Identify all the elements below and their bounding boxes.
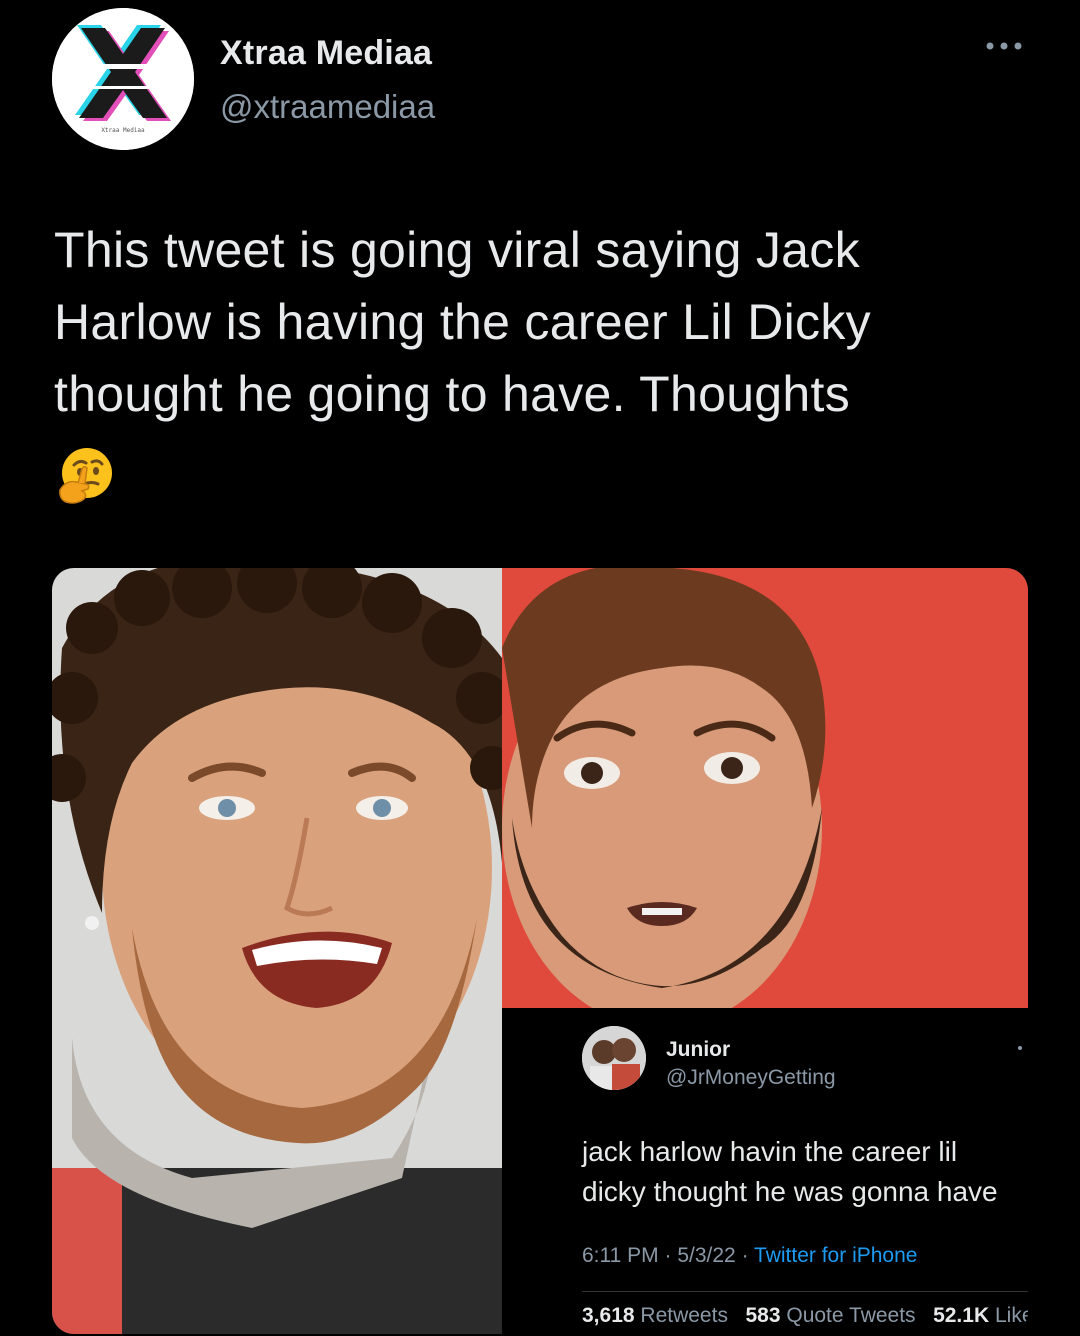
embedded-tweet[interactable]: Junior @JrMoneyGetting jack harlow havin… bbox=[502, 1008, 1028, 1334]
tweet-header: Xtraa Mediaa Xtraa Mediaa @xtraamediaa bbox=[52, 8, 1032, 158]
tweet-media[interactable]: Junior @JrMoneyGetting jack harlow havin… bbox=[52, 568, 1028, 1334]
author-handle[interactable]: @xtraamediaa bbox=[220, 88, 435, 126]
embedded-tweet-stats: 3,618 Retweets 583 Quote Tweets 52.1K Li… bbox=[582, 1304, 1028, 1328]
retweets-label: Retweets bbox=[640, 1304, 728, 1327]
left-portrait-image[interactable] bbox=[52, 568, 502, 1334]
right-portrait-image[interactable] bbox=[502, 568, 1028, 1008]
embedded-author-name[interactable]: Junior bbox=[666, 1038, 730, 1062]
meta-separator: · bbox=[741, 1244, 749, 1267]
quotes-label: Quote Tweets bbox=[786, 1304, 916, 1327]
likes-stat[interactable]: 52.1K Likes bbox=[933, 1304, 1028, 1327]
embedded-tweet-text: jack harlow havin the career lil dicky t… bbox=[582, 1136, 998, 1207]
embedded-author-handle[interactable]: @JrMoneyGetting bbox=[666, 1066, 836, 1090]
more-options-icon[interactable] bbox=[984, 36, 1024, 56]
tweet-text: This tweet is going viral saying Jack Ha… bbox=[54, 222, 871, 422]
author-avatar[interactable]: Xtraa Mediaa bbox=[52, 8, 194, 150]
meta-separator: · bbox=[664, 1244, 672, 1267]
avatar-wordmark: Xtraa Mediaa bbox=[101, 127, 145, 134]
embedded-avatar[interactable] bbox=[582, 1026, 646, 1090]
likes-label: Likes bbox=[994, 1304, 1028, 1327]
retweets-stat[interactable]: 3,618 Retweets bbox=[582, 1304, 728, 1327]
thinking-face-icon bbox=[59, 448, 112, 504]
author-name[interactable]: Xtraa Mediaa bbox=[220, 34, 432, 73]
quotes-stat[interactable]: 583 Quote Tweets bbox=[745, 1304, 915, 1327]
divider bbox=[582, 1291, 1028, 1292]
xtraa-logo-icon: Xtraa Mediaa bbox=[52, 8, 194, 150]
retweets-count: 3,618 bbox=[582, 1304, 635, 1327]
embedded-source-link[interactable]: Twitter for iPhone bbox=[754, 1244, 917, 1267]
quotes-count: 583 bbox=[745, 1304, 781, 1327]
embedded-time[interactable]: 6:11 PM bbox=[582, 1244, 659, 1267]
embedded-tweet-meta: 6:11 PM · 5/3/22 · Twitter for iPhone bbox=[582, 1244, 917, 1268]
embedded-date[interactable]: 5/3/22 bbox=[677, 1244, 735, 1267]
embedded-avatar-photo-icon bbox=[582, 1026, 646, 1090]
embedded-more-icon[interactable] bbox=[1018, 1046, 1022, 1050]
likes-count: 52.1K bbox=[933, 1304, 990, 1327]
